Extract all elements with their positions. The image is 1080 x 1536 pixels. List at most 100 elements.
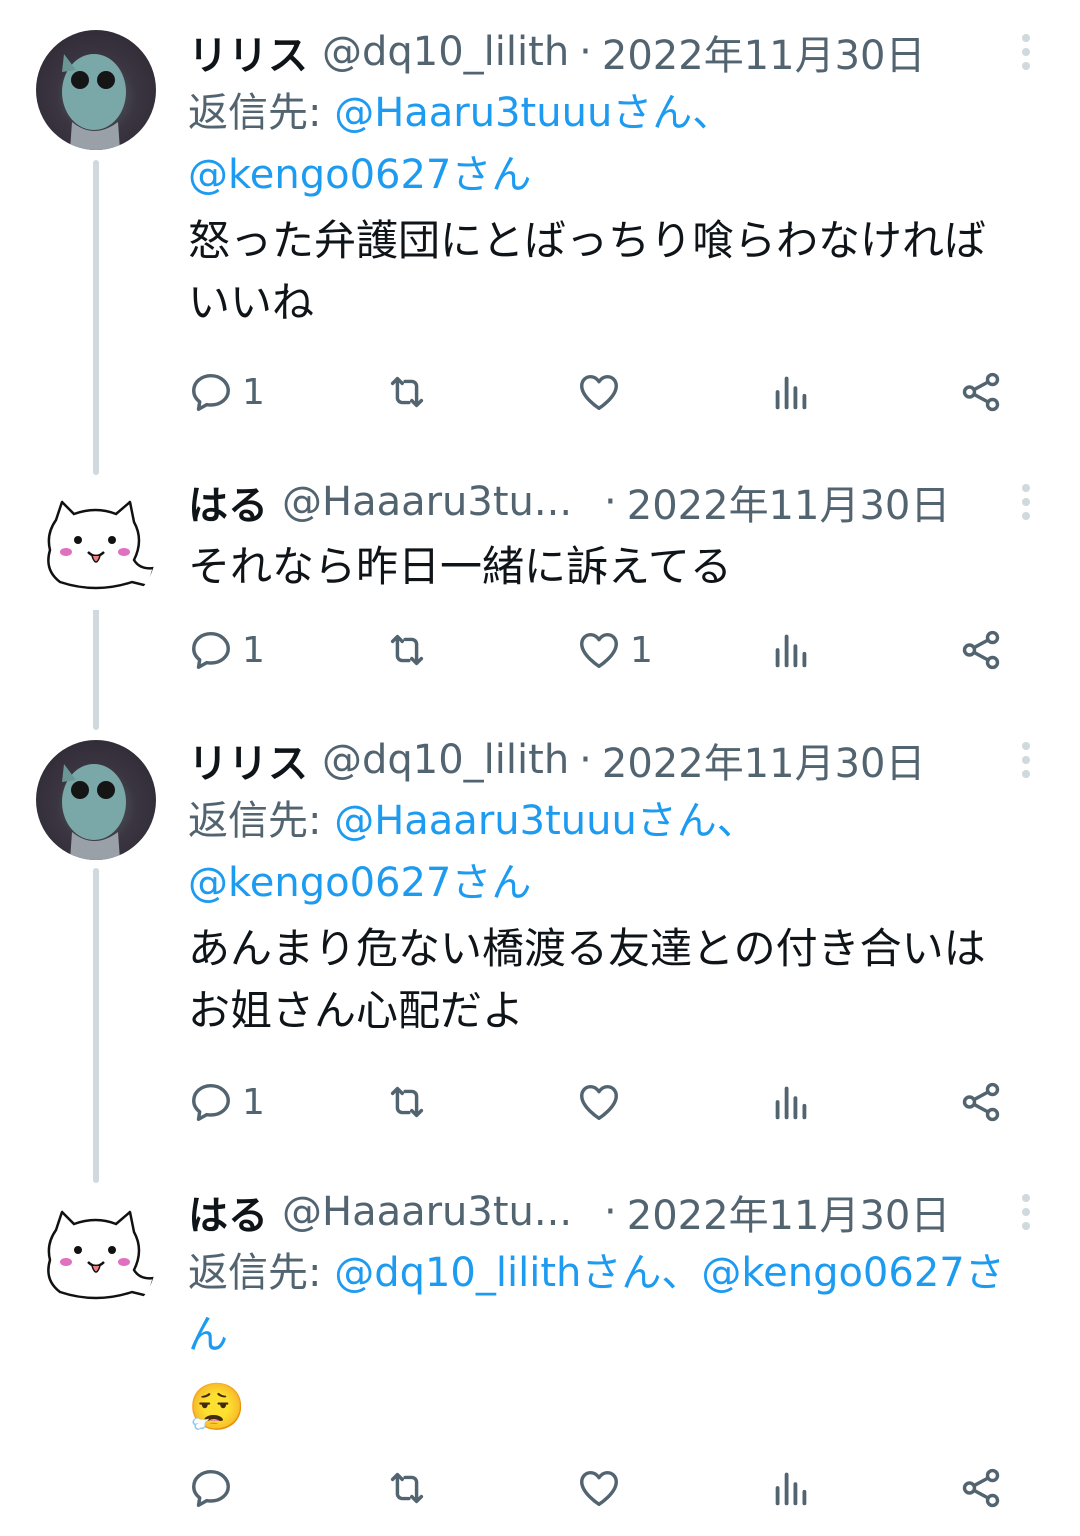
user-handle[interactable]: @dq10_lilith <box>322 29 569 75</box>
reply-icon <box>192 1083 230 1121</box>
tweet-emoji: 😮‍💨 <box>188 1380 246 1434</box>
reply-to: 返信先: @Haaru3tuuuさん、 <box>188 82 1046 144</box>
display-name[interactable]: はる <box>188 1183 268 1241</box>
reply-button[interactable]: 1 <box>188 1072 265 1132</box>
reply-to-label: 返信先: <box>188 1250 322 1296</box>
views-button[interactable] <box>768 1072 822 1132</box>
reply-mention-link[interactable]: @Haaaru3tuuuさん、 <box>334 798 757 844</box>
separator-dot: · <box>579 737 592 783</box>
avatar[interactable] <box>36 30 156 150</box>
share-icon <box>962 372 1000 412</box>
avatar[interactable] <box>36 1200 156 1320</box>
reply-button[interactable]: 1 <box>188 362 265 422</box>
heart-icon <box>580 1084 618 1121</box>
reply-to-continued: @kengo0627さん <box>188 144 1046 206</box>
heart-icon <box>580 632 618 669</box>
tweet-date[interactable]: 2022年11月30日 <box>602 23 926 81</box>
reply-mention-link[interactable]: ん <box>188 1312 228 1358</box>
display-name[interactable]: はる <box>188 473 268 531</box>
retweet-icon <box>390 376 424 408</box>
tweet-date[interactable]: 2022年11月30日 <box>627 1183 951 1241</box>
action-bar <box>188 1458 1046 1518</box>
user-handle[interactable]: @Haaaru3tu... <box>282 479 572 525</box>
user-handle[interactable]: @Haaaru3tu... <box>282 1189 572 1235</box>
views-button[interactable] <box>768 362 822 422</box>
separator-dot: · <box>604 479 617 525</box>
views-button[interactable] <box>768 1458 822 1518</box>
share-button[interactable] <box>958 620 1004 680</box>
like-button[interactable] <box>576 1458 630 1518</box>
share-button[interactable] <box>958 1458 1004 1518</box>
reply-icon <box>192 631 230 669</box>
more-icon[interactable] <box>1006 482 1046 522</box>
like-button[interactable]: 1 <box>576 620 653 680</box>
tweet-date[interactable]: 2022年11月30日 <box>627 473 951 531</box>
thread-line <box>93 605 99 730</box>
views-button[interactable] <box>768 620 822 680</box>
share-icon <box>962 1468 1000 1508</box>
views-icon <box>775 376 807 410</box>
share-button[interactable] <box>958 362 1004 422</box>
more-icon[interactable] <box>1006 1192 1046 1232</box>
retweet-icon <box>390 1472 424 1504</box>
display-name[interactable]: リリス <box>188 23 308 81</box>
action-bar: 1 <box>188 362 1046 422</box>
action-bar: 1 1 <box>188 620 1046 680</box>
views-icon <box>775 1086 807 1120</box>
reply-to-continued: @kengo0627さん <box>188 852 1046 914</box>
reply-mention-link[interactable]: @kengo0627さん <box>188 152 531 198</box>
reply-to-label: 返信先: <box>188 798 322 844</box>
share-icon <box>962 1082 1000 1122</box>
reply-mention-link[interactable]: @dq10_lilithさん、@kengo0627さ <box>334 1250 1005 1296</box>
share-button[interactable] <box>958 1072 1004 1132</box>
reply-count: 1 <box>242 1081 265 1123</box>
retweet-icon <box>390 1086 424 1118</box>
avatar[interactable] <box>36 740 156 860</box>
tweet-header: リリス @dq10_lilith · 2022年11月30日 <box>188 22 1046 82</box>
heart-icon <box>580 1470 618 1507</box>
share-icon <box>962 630 1000 670</box>
tweet-header: はる @Haaaru3tu... · 2022年11月30日 <box>188 1182 1046 1242</box>
thread-line <box>93 160 99 475</box>
heart-icon <box>580 374 618 411</box>
reply-to-label: 返信先: <box>188 90 322 136</box>
views-icon <box>775 634 807 668</box>
reply-mention-link[interactable]: @Haaru3tuuuさん、 <box>334 90 732 136</box>
reply-button[interactable] <box>188 1458 242 1518</box>
tweet-text-line: お姐さん心配だよ <box>188 986 525 1035</box>
retweet-button[interactable] <box>384 1072 438 1132</box>
tweet-header: リリス @dq10_lilith · 2022年11月30日 <box>188 730 1046 790</box>
retweet-button[interactable] <box>384 620 438 680</box>
like-button[interactable] <box>576 362 630 422</box>
retweet-button[interactable] <box>384 362 438 422</box>
avatar[interactable] <box>36 490 156 610</box>
tweet-text: それなら昨日一緒に訴えてる <box>188 536 1046 598</box>
tweet-text: あんまり危ない橋渡る友達との付き合いは お姐さん心配だよ <box>188 918 1046 1042</box>
tweet-text-line: それなら昨日一緒に訴えてる <box>188 542 732 591</box>
reply-count: 1 <box>242 371 265 413</box>
reply-button[interactable]: 1 <box>188 620 265 680</box>
tweet-text-line: いいね <box>188 278 315 327</box>
reply-mention-link[interactable]: @kengo0627さん <box>188 860 531 906</box>
tweet-date[interactable]: 2022年11月30日 <box>602 731 926 789</box>
views-icon <box>775 1472 807 1506</box>
retweet-button[interactable] <box>384 1458 438 1518</box>
action-bar: 1 <box>188 1072 1046 1132</box>
retweet-icon <box>390 634 424 666</box>
thread-line <box>93 868 99 1183</box>
display-name[interactable]: リリス <box>188 731 308 789</box>
like-button[interactable] <box>576 1072 630 1132</box>
reply-icon <box>192 1469 230 1507</box>
tweet-header: はる @Haaaru3tu... · 2022年11月30日 <box>188 472 1046 532</box>
reply-to: 返信先: @Haaaru3tuuuさん、 <box>188 790 1046 852</box>
reply-icon <box>192 373 230 411</box>
reply-to: 返信先: @dq10_lilithさん、@kengo0627さ <box>188 1242 1046 1304</box>
separator-dot: · <box>604 1189 617 1235</box>
more-icon[interactable] <box>1006 32 1046 72</box>
reply-count: 1 <box>242 629 265 671</box>
tweet-text-line: 怒った弁護団にとばっちり喰らわなければ <box>188 216 987 265</box>
user-handle[interactable]: @dq10_lilith <box>322 737 569 783</box>
tweet-text-line: あんまり危ない橋渡る友達との付き合いは <box>188 924 986 973</box>
more-icon[interactable] <box>1006 740 1046 780</box>
reply-to-continued: ん <box>188 1304 1046 1366</box>
